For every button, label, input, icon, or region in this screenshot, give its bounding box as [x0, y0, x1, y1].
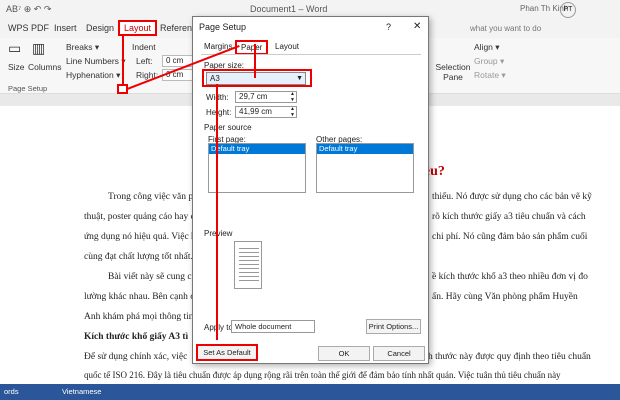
line-numbers-button[interactable]: Line Numbers ▾	[66, 56, 126, 67]
page-setup-launcher-icon[interactable]	[117, 84, 128, 94]
align-button[interactable]: Align ▾	[474, 42, 500, 53]
status-bar: ords Vietnamese	[0, 384, 620, 400]
other-pages-list[interactable]: Default tray	[316, 143, 414, 193]
chevron-down-icon: ▼	[296, 75, 303, 82]
doc-line: thuật, poster quảng cáo hay các	[84, 212, 204, 222]
tab-design[interactable]: Design	[86, 23, 114, 33]
page-setup-group-label: Page Setup	[8, 84, 48, 93]
ok-button[interactable]: OK	[318, 346, 370, 361]
page-preview	[234, 241, 262, 289]
help-icon[interactable]: ?	[386, 22, 391, 32]
doc-line: Anh khám phá mọi thông tin bar	[84, 312, 209, 322]
window-title: Document1 – Word	[250, 4, 328, 14]
annotation-arrow	[254, 44, 256, 78]
close-icon[interactable]: ✕	[413, 21, 421, 32]
tab-insert[interactable]: Insert	[54, 23, 77, 33]
print-options-button[interactable]: Print Options...	[366, 319, 421, 334]
cancel-button[interactable]: Cancel	[373, 346, 425, 361]
doc-line: ứng dụng nó hiệu quả. Việc hiểu	[84, 232, 208, 242]
page-setup-dialog: Page Setup ? ✕ Margins Paper Layout Pape…	[192, 16, 429, 364]
doc-line: rõ kích thước giấy a3 tiêu chuẩn và cách	[432, 212, 586, 222]
list-item[interactable]: Default tray	[209, 144, 305, 154]
first-page-list[interactable]: Default tray	[208, 143, 306, 193]
tell-me-search[interactable]: what you want to do	[470, 24, 541, 33]
dialog-title: Page Setup	[199, 22, 247, 32]
doc-line: cùng đạt chất lượng tốt nhất.	[84, 252, 193, 262]
spinner-icon[interactable]: ▲ ▼	[290, 91, 295, 103]
size-button[interactable]: Size	[8, 62, 25, 72]
tab-layout[interactable]: Layout	[118, 20, 158, 36]
doc-line: lường khác nhau. Bên cạnh đó lầ	[84, 292, 209, 302]
height-field[interactable]: 41,99 cm ▲ ▼	[235, 106, 297, 118]
height-label: Height:	[206, 108, 232, 117]
spinner-icon[interactable]: ▲ ▼	[290, 106, 295, 118]
doc-subheading: Kích thước khổ giấy A3 tì	[84, 332, 189, 342]
doc-line: ấn. Hãy cùng Văn phòng phẩm Huyền	[432, 292, 578, 302]
tab-paper[interactable]: Paper	[235, 40, 269, 55]
doc-line: h thước này được quy định theo tiêu chuẩ…	[428, 352, 591, 362]
annotation-arrow	[216, 84, 218, 340]
tab-layout[interactable]: Layout	[275, 42, 299, 51]
list-item[interactable]: Default tray	[317, 144, 413, 154]
quick-access-toolbar[interactable]: AB⁷ ⊕ ↶ ↷	[6, 4, 51, 15]
doc-line: ề kích thước khổ a3 theo nhiều đơn vị đo	[432, 272, 588, 282]
columns-button[interactable]: Columns	[28, 62, 62, 72]
indent-label: Indent	[132, 42, 156, 52]
word-count[interactable]: ords	[4, 387, 19, 396]
indent-left-label: Left:	[136, 56, 153, 66]
selection-pane-button[interactable]: Selection Pane	[433, 62, 473, 82]
doc-line: thiếu. Nó được sử dụng cho các bản vẽ kỹ	[432, 192, 592, 202]
doc-line: quốc tế ISO 216. Đây là tiêu chuẩn được …	[84, 370, 561, 380]
width-field[interactable]: 29,7 cm ▲ ▼	[235, 91, 297, 103]
annotation-arrow	[122, 36, 124, 84]
paper-size-value: A3	[210, 74, 220, 83]
avatar[interactable]: PT	[560, 2, 576, 18]
paper-size-select[interactable]: A3 ▼	[206, 72, 306, 85]
apply-to-select[interactable]: Whole document	[231, 320, 315, 333]
doc-line: chi phí. Nó cũng đảm bảo sản phẩm cuối	[432, 232, 588, 242]
hyphenation-button[interactable]: Hyphenation ▾	[66, 70, 120, 81]
group-button[interactable]: Group ▾	[474, 56, 504, 67]
size-icon[interactable]: ▭	[8, 40, 21, 57]
rotate-button[interactable]: Rotate ▾	[474, 70, 506, 81]
doc-line: Để sử dụng chính xác, việc	[84, 352, 188, 362]
breaks-button[interactable]: Breaks ▾	[66, 42, 99, 53]
tab-divider	[201, 54, 421, 55]
columns-icon[interactable]: ▥	[32, 40, 45, 57]
preview-label: Preview	[204, 229, 233, 238]
width-value: 29,7 cm	[239, 92, 268, 101]
tab-wps-pdf[interactable]: WPS PDF	[8, 23, 49, 33]
set-as-default-button[interactable]: Set As Default	[196, 344, 258, 361]
paper-source-label: Paper source	[204, 123, 252, 132]
height-value: 41,99 cm	[239, 107, 272, 116]
language-status[interactable]: Vietnamese	[62, 387, 101, 396]
